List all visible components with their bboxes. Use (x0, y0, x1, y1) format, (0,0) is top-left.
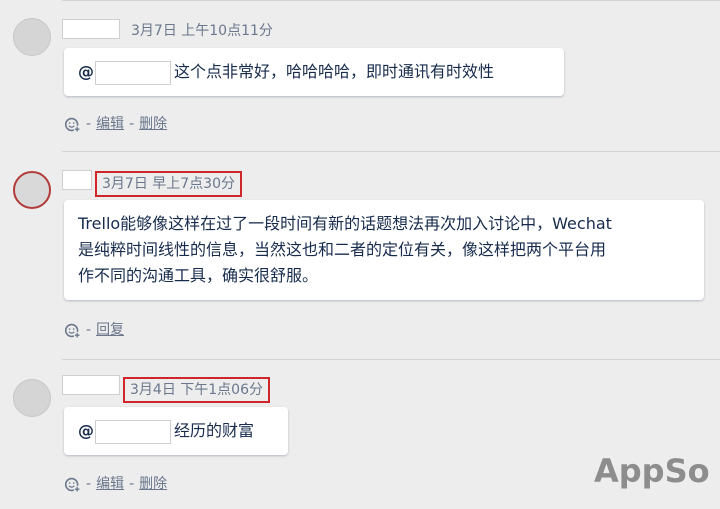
edit-link[interactable]: 编辑 (96, 114, 124, 134)
comment-timestamp[interactable]: 3月7日 早上7点30分 (95, 171, 242, 197)
reply-link[interactable]: 回复 (96, 320, 124, 340)
comment-body: Trello能够像这样在过了一段时间有新的话题想法再次加入讨论中，Wechat … (64, 200, 704, 300)
divider (62, 0, 720, 1)
comment-text: 这个点非常好，哈哈哈哈，即时通讯有时效性 (174, 62, 495, 81)
comment-timestamp[interactable]: 3月7日 上午10点11分 (131, 21, 273, 41)
comment-actions: - 编辑 - 删除 (64, 474, 167, 494)
action-separator: - (129, 476, 135, 492)
comment-actions: - 编辑 - 删除 (64, 114, 167, 134)
divider (62, 359, 720, 360)
avatar[interactable] (13, 379, 51, 417)
mention-at: @ (78, 421, 94, 440)
username-redacted[interactable] (62, 19, 120, 39)
mention[interactable]: @ (78, 60, 174, 85)
comment-text: 经历的财富 (174, 421, 255, 440)
avatar[interactable] (13, 18, 51, 56)
comment-text-line: 作不同的沟通工具，确实很舒服。 (78, 266, 319, 285)
watermark-logo: AppSo (594, 452, 710, 490)
action-separator: - (129, 116, 135, 132)
comment-text-line: 是纯粹时间线性的信息，当然这也和二者的定位有关，像这样把两个平台用 (78, 240, 607, 259)
action-separator: - (86, 322, 92, 338)
divider (62, 151, 720, 152)
comment-timestamp[interactable]: 3月4日 下午1点06分 (123, 377, 270, 403)
mention-name-redacted (95, 419, 171, 444)
avatar[interactable] (13, 171, 51, 209)
edit-link[interactable]: 编辑 (96, 474, 124, 494)
add-reaction-icon[interactable] (64, 116, 81, 133)
add-reaction-icon[interactable] (64, 476, 81, 493)
username-redacted[interactable] (62, 375, 120, 395)
mention-at: @ (78, 62, 94, 81)
comment-text-line: Trello能够像这样在过了一段时间有新的话题想法再次加入讨论中，Wechat (78, 214, 612, 233)
action-separator: - (86, 476, 92, 492)
mention-name-redacted (95, 60, 171, 85)
comment-body: @ 经历的财富 (64, 407, 288, 455)
comment-body: @ 这个点非常好，哈哈哈哈，即时通讯有时效性 (64, 48, 564, 96)
mention[interactable]: @ (78, 419, 174, 444)
delete-link[interactable]: 删除 (139, 474, 167, 494)
delete-link[interactable]: 删除 (139, 114, 167, 134)
comment-actions: - 回复 (64, 320, 124, 340)
username-redacted[interactable] (62, 170, 92, 190)
add-reaction-icon[interactable] (64, 322, 81, 339)
action-separator: - (86, 116, 92, 132)
